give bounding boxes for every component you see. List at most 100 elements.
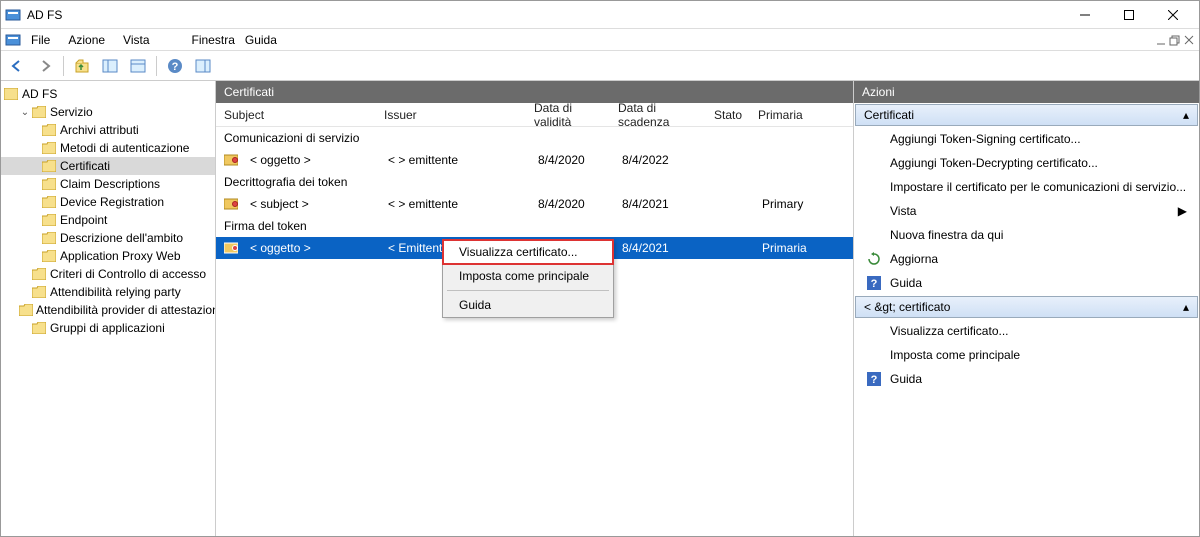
- tree-root-label: AD FS: [22, 87, 57, 101]
- menu-vista[interactable]: Vista: [115, 31, 157, 49]
- certificate-row[interactable]: < subject >< > emittente8/4/20208/4/2021…: [216, 193, 853, 215]
- folder-icon: [41, 195, 57, 209]
- actions-item-label: Aggiorna: [890, 252, 938, 266]
- mdi-close-icon[interactable]: [1183, 34, 1195, 46]
- show-hide-action-button[interactable]: [191, 54, 215, 78]
- window-title: AD FS: [27, 8, 1063, 22]
- context-set-primary[interactable]: Imposta come principale: [443, 264, 613, 288]
- window-controls: [1063, 2, 1195, 28]
- tree-item[interactable]: Certificati: [1, 157, 215, 175]
- help-icon: ?: [866, 275, 882, 291]
- cell-valid: 8/4/2020: [530, 197, 614, 211]
- app-icon-small: [5, 32, 21, 48]
- show-hide-tree-button[interactable]: [98, 54, 122, 78]
- actions-item-label: Aggiungi Token-Decrypting certificato...: [890, 156, 1098, 170]
- context-help[interactable]: Guida: [443, 293, 613, 317]
- menu-guida[interactable]: Guida: [237, 31, 285, 49]
- actions-item[interactable]: Imposta come principale: [854, 343, 1199, 367]
- cell-subject: < oggetto >: [242, 241, 380, 255]
- tree-item-label: Metodi di autenticazione: [60, 141, 189, 155]
- cell-valid: 8/4/2020: [530, 153, 614, 167]
- tree-item[interactable]: Attendibilità relying party: [1, 283, 215, 301]
- tree-item-label: Archivi attributi: [60, 123, 139, 137]
- col-valid[interactable]: Data di validità: [526, 101, 610, 129]
- tree-servizio-label: Servizio: [50, 105, 93, 119]
- tree-item[interactable]: Metodi di autenticazione: [1, 139, 215, 157]
- expand-icon[interactable]: ⌄: [19, 107, 31, 118]
- tree-item-label: Device Registration: [60, 195, 164, 209]
- tree-item-label: Gruppi di applicazioni: [50, 321, 165, 335]
- context-menu: Visualizza certificato... Imposta come p…: [442, 239, 614, 318]
- tree-item-label: Claim Descriptions: [60, 177, 160, 191]
- minimize-button[interactable]: [1063, 2, 1107, 28]
- actions-item[interactable]: Visualizza certificato...: [854, 319, 1199, 343]
- actions-item[interactable]: ? Guida: [854, 271, 1199, 295]
- tree-item-label: Criteri di Controllo di accesso: [50, 267, 206, 281]
- back-button[interactable]: [5, 54, 29, 78]
- nav-tree[interactable]: AD FS ⌄ Servizio Archivi attributi Metodi…: [1, 85, 215, 337]
- menu-finestra[interactable]: Finestra: [184, 31, 243, 49]
- tree-root[interactable]: AD FS: [1, 85, 215, 103]
- properties-button[interactable]: [126, 54, 150, 78]
- mdi-minimize-icon[interactable]: [1155, 34, 1167, 46]
- tree-item[interactable]: Criteri di Controllo di accesso: [1, 265, 215, 283]
- forward-button[interactable]: [33, 54, 57, 78]
- actions-item[interactable]: Vista▶: [854, 199, 1199, 223]
- tree-item-label: Endpoint: [60, 213, 107, 227]
- close-button[interactable]: [1151, 2, 1195, 28]
- tree-item[interactable]: Archivi attributi: [1, 121, 215, 139]
- actions-group2-header[interactable]: < &gt; certificato ▴: [855, 296, 1198, 318]
- tree-item[interactable]: Descrizione dell'ambito: [1, 229, 215, 247]
- actions-item[interactable]: Impostare il certificato per le comunica…: [854, 175, 1199, 199]
- certificate-row[interactable]: < oggetto >< > emittente8/4/20208/4/2022: [216, 149, 853, 171]
- adfs-icon: [3, 87, 19, 101]
- col-issuer[interactable]: Issuer: [376, 108, 526, 122]
- tree-item[interactable]: Application Proxy Web: [1, 247, 215, 265]
- actions-item-label: Guida: [890, 276, 922, 290]
- list-header: Subject Issuer Data di validità Data di …: [216, 103, 853, 127]
- tree-item[interactable]: Claim Descriptions: [1, 175, 215, 193]
- actions-item[interactable]: Aggiungi Token-Decrypting certificato...: [854, 151, 1199, 175]
- actions-group1-header[interactable]: Certificati ▴: [855, 104, 1198, 126]
- maximize-button[interactable]: [1107, 2, 1151, 28]
- tree-item[interactable]: Device Registration: [1, 193, 215, 211]
- tree-servizio[interactable]: ⌄ Servizio: [1, 103, 215, 121]
- folder-icon: [41, 249, 57, 263]
- menu-azione[interactable]: Azione: [60, 31, 113, 49]
- folder-icon: [41, 123, 57, 137]
- tree-item-label: Attendibilità provider di attestazioni: [36, 303, 216, 317]
- titlebar: AD FS: [1, 1, 1199, 29]
- toolbar: ?: [1, 51, 1199, 81]
- menu-file[interactable]: File: [23, 31, 58, 49]
- tree-pane: AD FS ⌄ Servizio Archivi attributi Metodi…: [1, 81, 216, 536]
- folder-icon: [31, 285, 47, 299]
- actions-item[interactable]: Nuova finestra da qui: [854, 223, 1199, 247]
- cell-primary: Primary: [754, 197, 826, 211]
- tree-item-label: Descrizione dell'ambito: [60, 231, 183, 245]
- help-button[interactable]: ?: [163, 54, 187, 78]
- actions-item[interactable]: ?Guida: [854, 367, 1199, 391]
- collapse-icon: ▴: [1183, 300, 1189, 314]
- mdi-restore-icon[interactable]: [1169, 34, 1181, 46]
- app-icon: [5, 7, 21, 23]
- col-subject[interactable]: Subject: [216, 108, 376, 122]
- context-view-cert[interactable]: Visualizza certificato...: [443, 240, 613, 264]
- actions-item-label: Aggiungi Token-Signing certificato...: [890, 132, 1081, 146]
- certificate-icon: [224, 198, 238, 210]
- list-group-label: Firma del token: [216, 215, 853, 237]
- col-state[interactable]: Stato: [706, 108, 750, 122]
- actions-item[interactable]: Aggiungi Token-Signing certificato...: [854, 127, 1199, 151]
- actions-item[interactable]: Aggiorna: [854, 247, 1199, 271]
- folder-icon: [41, 141, 57, 155]
- col-primary[interactable]: Primaria: [750, 108, 822, 122]
- actions-item-label: Vista: [890, 204, 916, 218]
- tree-item[interactable]: Gruppi di applicazioni: [1, 319, 215, 337]
- main-title: Certificati: [224, 85, 274, 99]
- tree-item[interactable]: Attendibilità provider di attestazioni: [1, 301, 215, 319]
- folder-icon: [41, 177, 57, 191]
- up-button[interactable]: [70, 54, 94, 78]
- tree-item[interactable]: Endpoint: [1, 211, 215, 229]
- col-exp[interactable]: Data di scadenza: [610, 101, 706, 129]
- actions-title: Azioni: [862, 85, 895, 99]
- cell-exp: 8/4/2021: [614, 197, 710, 211]
